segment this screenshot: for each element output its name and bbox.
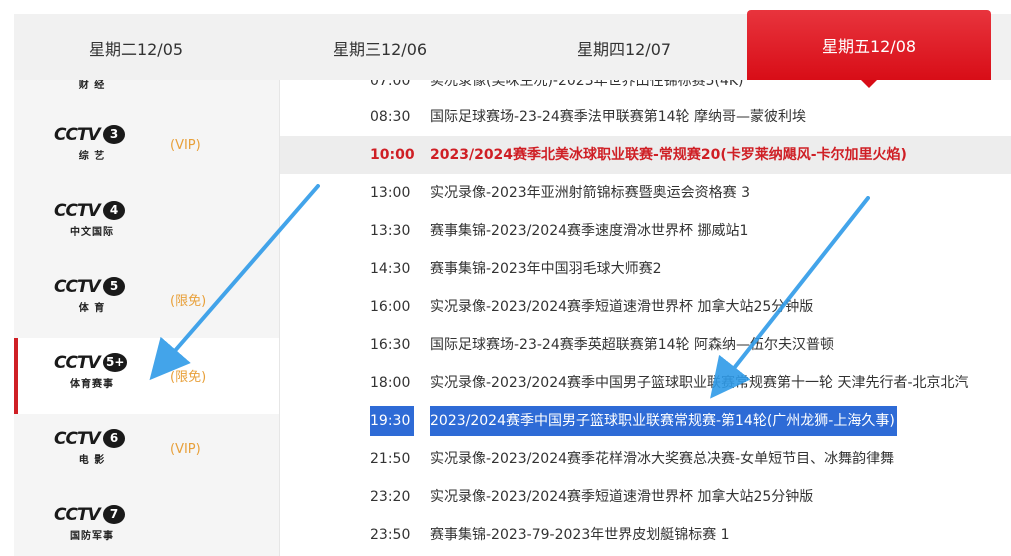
schedule-row[interactable]: 18:00 实况录像-2023/2024赛季中国男子篮球职业联赛常规赛第十一轮 … <box>280 364 1011 402</box>
logo-number: 5 <box>103 277 125 296</box>
logo-text: CCTV <box>54 429 101 449</box>
program-schedule: 07:00 实况录像(美味生况)-2023年世界田径锦标赛5(4K) 08:30… <box>280 80 1011 556</box>
schedule-row[interactable]: 07:00 实况录像(美味生况)-2023年世界田径锦标赛5(4K) <box>280 80 1011 100</box>
program-time: 13:30 <box>370 223 411 239</box>
schedule-row[interactable]: 14:30 赛事集锦-2023年中国羽毛球大师赛2 <box>280 250 1011 288</box>
channel-logo-sub: 中文国际 <box>70 227 114 238</box>
channel-logo: 财 经 <box>54 80 130 91</box>
program-title: 赛事集锦-2023/2024赛季速度滑冰世界杯 挪威站1 <box>430 223 749 239</box>
program-title: 国际足球赛场-23-24赛季法甲联赛第14轮 摩纳哥—蒙彼利埃 <box>430 109 806 125</box>
cctv-logo: CCTV 6 电 影 <box>54 428 130 478</box>
program-time: 21:50 <box>370 451 411 467</box>
program-title: 实况录像-2023/2024赛季短道速滑世界杯 加拿大站25分钟版 <box>430 489 814 505</box>
program-time: 16:00 <box>370 299 411 315</box>
logo-text: CCTV <box>54 505 101 525</box>
logo-number: 7 <box>103 505 125 524</box>
tab-wednesday[interactable]: 星期三12/06 <box>258 14 502 80</box>
channel-item-cctv7[interactable]: CCTV 7 国防军事 <box>14 490 279 556</box>
logo-number: 4 <box>103 201 125 220</box>
cctv-logo: CCTV 3 综 艺 <box>54 124 130 174</box>
cctv-logo: CCTV 4 中文国际 <box>54 200 130 250</box>
program-time: 07:00 <box>370 80 411 89</box>
channel-item-cctv3[interactable]: CCTV 3 综 艺 (VIP) <box>14 110 279 186</box>
schedule-row[interactable]: 21:50 实况录像-2023/2024赛季花样滑冰大奖赛总决赛-女单短节目、冰… <box>280 440 1011 478</box>
logo-number: 6 <box>103 429 125 448</box>
channel-logo-sub: 体育赛事 <box>70 379 114 390</box>
free-tag: (限免) <box>170 370 207 385</box>
channel-item-cctv2[interactable]: 财 经 <box>14 80 279 100</box>
logo-number: 5+ <box>103 353 128 372</box>
tab-thursday[interactable]: 星期四12/07 <box>502 14 746 80</box>
program-time: 13:00 <box>370 185 411 201</box>
program-time: 16:30 <box>370 337 411 353</box>
channel-item-cctv5plus[interactable]: CCTV 5+ 体育赛事 (限免) <box>14 338 279 414</box>
channel-item-cctv6[interactable]: CCTV 6 电 影 (VIP) <box>14 414 279 490</box>
logo-text: CCTV <box>54 277 101 297</box>
schedule-row[interactable]: 08:30 国际足球赛场-23-24赛季法甲联赛第14轮 摩纳哥—蒙彼利埃 <box>280 98 1011 136</box>
program-time: 23:50 <box>370 527 411 543</box>
schedule-row[interactable]: 16:30 国际足球赛场-23-24赛季英超联赛第14轮 阿森纳—伍尔夫汉普顿 <box>280 326 1011 364</box>
schedule-row[interactable]: 13:00 实况录像-2023年亚洲射箭锦标赛暨奥运会资格赛 3 <box>280 174 1011 212</box>
channel-logo-sub: 体 育 <box>78 303 106 314</box>
logo-number: 3 <box>103 125 125 144</box>
free-tag: (限免) <box>170 294 207 309</box>
program-title: 2023/2024赛季北美冰球职业联赛-常规赛20(卡罗莱纳飓风-卡尔加里火焰) <box>430 147 907 163</box>
program-time: 19:30 <box>370 406 414 436</box>
program-title: 国际足球赛场-23-24赛季英超联赛第14轮 阿森纳—伍尔夫汉普顿 <box>430 337 834 353</box>
channel-logo-sub: 综 艺 <box>78 151 106 162</box>
channel-logo-sub: 国防军事 <box>70 531 114 542</box>
channel-logo-sub: 电 影 <box>78 455 106 466</box>
program-title: 实况录像-2023年亚洲射箭锦标赛暨奥运会资格赛 3 <box>430 185 751 201</box>
program-title: 实况录像-2023/2024赛季中国男子篮球职业联赛常规赛第十一轮 天津先行者-… <box>430 375 969 391</box>
logo-text: CCTV <box>54 201 101 221</box>
channel-item-cctv5[interactable]: CCTV 5 体 育 (限免) <box>14 262 279 338</box>
schedule-row[interactable]: 13:30 赛事集锦-2023/2024赛季速度滑冰世界杯 挪威站1 <box>280 212 1011 250</box>
program-time: 14:30 <box>370 261 411 277</box>
tab-friday[interactable]: 星期五12/08 <box>747 10 991 88</box>
day-tabs: 星期二12/05 星期三12/06 星期四12/07 星期五12/08 <box>14 10 1011 88</box>
schedule-row-live[interactable]: 10:00 2023/2024赛季北美冰球职业联赛-常规赛20(卡罗莱纳飓风-卡… <box>280 136 1011 174</box>
schedule-row[interactable]: 16:00 实况录像-2023/2024赛季短道速滑世界杯 加拿大站25分钟版 <box>280 288 1011 326</box>
channel-list: 财 经 CCTV 3 综 艺 (VIP) CCTV 4 中文国际 CCTV 5 <box>14 80 280 556</box>
program-title: 实况录像(美味生况)-2023年世界田径锦标赛5(4K) <box>430 80 744 89</box>
program-title: 赛事集锦-2023-79-2023年世界皮划艇锦标赛 1 <box>430 527 730 543</box>
program-time: 08:30 <box>370 109 411 125</box>
schedule-row[interactable]: 23:50 赛事集锦-2023-79-2023年世界皮划艇锦标赛 1 <box>280 516 1011 554</box>
program-time: 18:00 <box>370 375 411 391</box>
program-title: 实况录像-2023/2024赛季花样滑冰大奖赛总决赛-女单短节目、冰舞韵律舞 <box>430 451 895 467</box>
tab-tuesday[interactable]: 星期二12/05 <box>14 14 258 80</box>
vip-tag: (VIP) <box>170 138 201 153</box>
channel-logo-sub: 财 经 <box>78 80 106 91</box>
cctv-logo: CCTV 7 国防军事 <box>54 504 130 554</box>
program-time: 23:20 <box>370 489 411 505</box>
logo-text: CCTV <box>54 353 101 373</box>
cctv-logo: CCTV 5 体 育 <box>54 276 130 326</box>
program-title: 实况录像-2023/2024赛季短道速滑世界杯 加拿大站25分钟版 <box>430 299 814 315</box>
program-time: 10:00 <box>370 147 415 163</box>
vip-tag: (VIP) <box>170 442 201 457</box>
schedule-row-selected[interactable]: 19:30 2023/2024赛季中国男子篮球职业联赛常规赛-第14轮(广州龙狮… <box>280 402 1011 440</box>
logo-text: CCTV <box>54 125 101 145</box>
program-title: 2023/2024赛季中国男子篮球职业联赛常规赛-第14轮(广州龙狮-上海久事) <box>430 406 897 436</box>
tab-friday-label: 星期五12/08 <box>821 37 917 56</box>
channel-item-cctv4[interactable]: CCTV 4 中文国际 <box>14 186 279 262</box>
schedule-row[interactable]: 23:20 实况录像-2023/2024赛季短道速滑世界杯 加拿大站25分钟版 <box>280 478 1011 516</box>
cctv-logo: CCTV 5+ 体育赛事 <box>54 352 130 402</box>
program-title: 赛事集锦-2023年中国羽毛球大师赛2 <box>430 261 662 277</box>
